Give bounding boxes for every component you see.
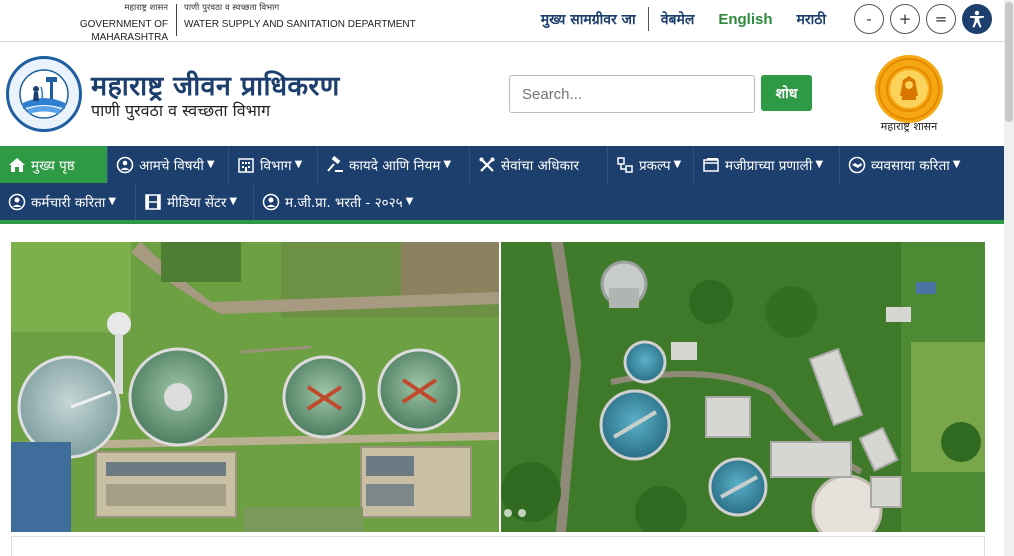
search-input[interactable] xyxy=(509,75,755,113)
main-navigation: मुख्य पृष्ठ आमचे विषयी ▼ विभाग ▼ कायदे आ… xyxy=(0,146,1004,224)
government-english-label: GOVERNMENT OF MAHARASHTRA xyxy=(79,19,168,43)
nav-item-label: मुख्य पृष्ठ xyxy=(31,157,75,174)
chevron-down-icon: ▼ xyxy=(815,159,824,170)
nav-item-for-business[interactable]: व्यवसाया करिता ▼ xyxy=(840,146,1004,183)
about-icon xyxy=(115,155,135,175)
chevron-down-icon: ▼ xyxy=(673,159,682,170)
film-icon xyxy=(143,192,163,212)
nav-item-label: मजीप्राच्या प्रणाली xyxy=(725,157,813,174)
nav-item-about[interactable]: आमचे विषयी ▼ xyxy=(108,146,229,183)
search-button[interactable]: शोध xyxy=(761,75,812,111)
nav-item-laws-rules[interactable]: कायदे आणि नियम ▼ xyxy=(318,146,470,183)
nav-item-label: सेवांचा अधिकार xyxy=(501,157,579,174)
recruit-icon xyxy=(261,192,281,212)
chevron-down-icon: ▼ xyxy=(206,159,215,170)
english-language-link[interactable]: English xyxy=(706,11,784,28)
page-scrollbar[interactable] xyxy=(1004,0,1014,556)
nav-item-projects[interactable]: प्रकल्प ▼ xyxy=(608,146,694,183)
tools-icon xyxy=(477,155,497,175)
slider-dot[interactable] xyxy=(518,509,526,517)
nav-item-for-employees[interactable]: कर्मचारी करिता ▼ xyxy=(0,183,136,220)
window-icon xyxy=(701,155,721,175)
scrollbar-thumb[interactable] xyxy=(1005,2,1013,122)
nav-row-1: मुख्य पृष्ठ आमचे विषयी ▼ विभाग ▼ कायदे आ… xyxy=(0,146,1004,183)
government-block[interactable]: महाराष्ट्र शासन GOVERNMENT OF MAHARASHTR… xyxy=(2,2,170,44)
building-icon xyxy=(236,155,256,175)
accessibility-controls: - + = xyxy=(848,4,992,34)
site-title[interactable]: महाराष्ट्र जीवन प्राधिकरण xyxy=(91,66,340,103)
hero-banner-image[interactable] xyxy=(11,242,985,532)
nav-item-label: प्रकल्प xyxy=(639,157,671,174)
slider-dot[interactable] xyxy=(504,509,512,517)
reset-font-button[interactable]: = xyxy=(926,4,956,34)
nav-item-label: विभाग xyxy=(260,157,292,174)
marathi-language-link[interactable]: मराठी xyxy=(785,10,838,29)
webmail-link[interactable]: वेबमेल xyxy=(649,10,707,29)
site-subtitle: पाणी पुरवठा व स्वच्छता विभाग xyxy=(91,101,271,120)
nav-item-label: म.जी.प्रा. भरती - २०२५ xyxy=(285,194,403,211)
site-header: महाराष्ट्र जीवन प्राधिकरण पाणी पुरवठा व … xyxy=(0,42,1004,146)
department-english-label: WATER SUPPLY AND SANITATION DEPARTMENT xyxy=(184,19,416,30)
nav-item-label: कर्मचारी करिता xyxy=(31,194,106,211)
content-card xyxy=(11,536,985,556)
emblem-label: महाराष्ट्र शासन xyxy=(880,120,938,133)
chevron-down-icon: ▼ xyxy=(108,196,117,207)
nav-item-departments[interactable]: विभाग ▼ xyxy=(229,146,318,183)
top-links: मुख्य सामग्रीवर जा वेबमेल English मराठी xyxy=(529,7,838,31)
chevron-down-icon: ▼ xyxy=(952,159,961,170)
gov-divider xyxy=(176,4,177,36)
gavel-icon xyxy=(325,155,345,175)
chevron-down-icon: ▼ xyxy=(294,159,303,170)
department-marathi-label: पाणी पुरवठा व स्वच्छता विभाग xyxy=(184,3,280,13)
accessibility-icon[interactable] xyxy=(962,4,992,34)
decrease-font-button[interactable]: - xyxy=(854,4,884,34)
nav-item-mjp-systems[interactable]: मजीप्राच्या प्रणाली ▼ xyxy=(694,146,840,183)
nav-row-2: कर्मचारी करिता ▼ मीडिया सेंटर ▼ म.जी.प्र… xyxy=(0,183,1004,220)
home-icon xyxy=(7,155,27,175)
nav-item-recruitment[interactable]: म.जी.प्रा. भरती - २०२५ ▼ xyxy=(254,183,424,220)
employee-icon xyxy=(7,192,27,212)
mjp-logo[interactable] xyxy=(6,56,82,132)
project-icon xyxy=(615,155,635,175)
government-top-bar: महाराष्ट्र शासन GOVERNMENT OF MAHARASHTR… xyxy=(0,0,1004,44)
chevron-down-icon: ▼ xyxy=(229,196,238,207)
government-marathi-label: महाराष्ट्र शासन xyxy=(124,3,168,13)
maharashtra-emblem xyxy=(872,52,946,126)
nav-item-right-to-services[interactable]: सेवांचा अधिकार xyxy=(470,146,608,183)
nav-item-label: मीडिया सेंटर xyxy=(167,194,227,211)
handshake-icon xyxy=(847,155,867,175)
slider-dots xyxy=(504,509,532,517)
nav-item-home[interactable]: मुख्य पृष्ठ xyxy=(0,146,108,183)
department-block[interactable]: पाणी पुरवठा व स्वच्छता विभाग WATER SUPPL… xyxy=(184,2,424,31)
nav-item-media-center[interactable]: मीडिया सेंटर ▼ xyxy=(136,183,254,220)
chevron-down-icon: ▼ xyxy=(443,159,452,170)
nav-item-label: आमचे विषयी xyxy=(139,157,204,174)
increase-font-button[interactable]: + xyxy=(890,4,920,34)
nav-item-label: कायदे आणि नियम xyxy=(349,157,441,174)
nav-item-label: व्यवसाया करिता xyxy=(871,157,950,174)
skip-to-main-content-link[interactable]: मुख्य सामग्रीवर जा xyxy=(529,10,648,29)
chevron-down-icon: ▼ xyxy=(405,196,414,207)
